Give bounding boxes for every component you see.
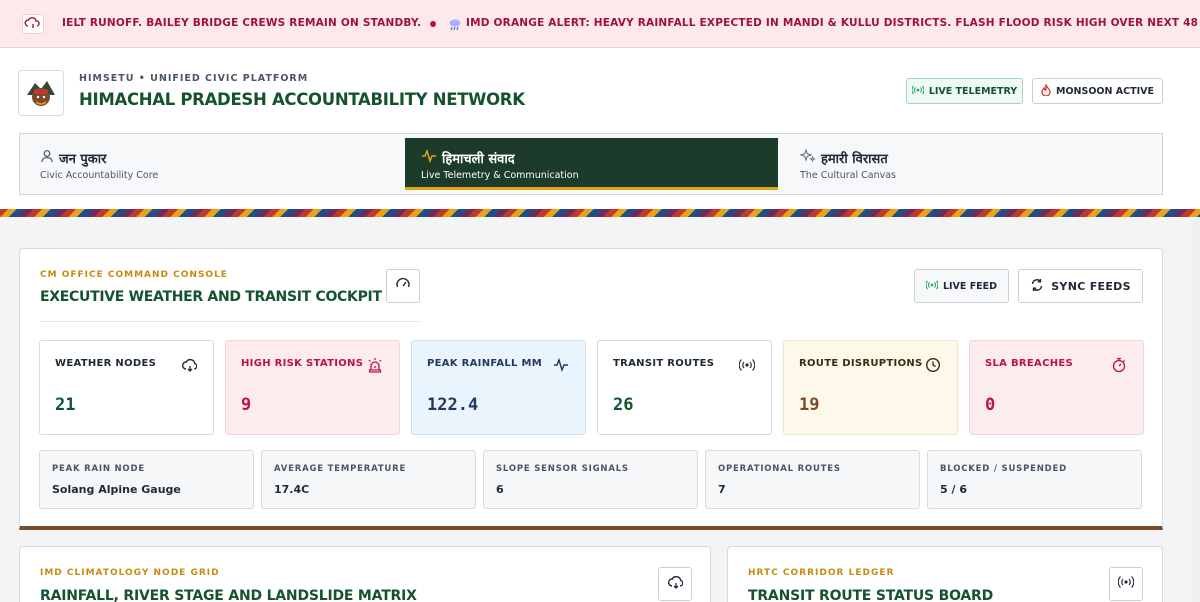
page-title: HIMACHAL PRADESH ACCOUNTABILITY NETWORK [79, 90, 525, 109]
gauge-button[interactable] [386, 269, 420, 303]
metric-value: 0 [985, 395, 996, 415]
detail-card-operational-routes: OPERATIONAL ROUTES 7 [705, 450, 920, 509]
ticker-separator-dot [430, 21, 436, 27]
user-icon [40, 149, 54, 167]
metric-label: TRANSIT ROUTES [613, 358, 715, 369]
monsoon-active-label: MONSOON ACTIVE [1056, 85, 1154, 97]
metric-value: 122.4 [427, 395, 479, 415]
detail-value: 7 [718, 483, 726, 496]
detail-label: SLOPE SENSOR SIGNALS [496, 464, 629, 474]
cloud-icon [181, 357, 198, 373]
metric-card-route-disruptions: ROUTE DISRUPTIONS 19 [783, 340, 958, 435]
detail-value: Solang Alpine Gauge [52, 483, 181, 496]
live-feed-label: LIVE FEED [942, 280, 998, 292]
live-telemetry-label: LIVE TELEMETRY [928, 85, 1018, 97]
tab-title: हिमाचली संवाद [442, 152, 515, 167]
tab-title: हमारी विरासत [821, 152, 888, 167]
metric-label: HIGH RISK STATIONS [241, 358, 364, 369]
metric-card-high-risk-stations: HIGH RISK STATIONS 9 [225, 340, 400, 435]
siren-icon [367, 357, 383, 373]
detail-card-slope-sensor-signals: SLOPE SENSOR SIGNALS 6 [483, 450, 698, 509]
metric-card-peak-rainfall: PEAK RAINFALL MM 122.4 [411, 340, 586, 435]
metric-card-transit-routes: TRANSIT ROUTES 26 [597, 340, 772, 435]
metric-card-weather-nodes: WEATHER NODES 21 [39, 340, 214, 435]
command-console-card: CM OFFICE COMMAND CONSOLE EXECUTIVE WEAT… [19, 248, 1163, 530]
metric-label: WEATHER NODES [55, 358, 157, 369]
live-feed-button[interactable]: LIVE FEED [914, 269, 1009, 303]
panel-title: TRANSIT ROUTE STATUS BOARD [748, 588, 994, 602]
metric-value: 19 [799, 395, 820, 415]
tab-jan-pukar[interactable]: जन पुकार Civic Accountability Core [24, 138, 404, 190]
tab-subtitle: Civic Accountability Core [40, 170, 159, 181]
storm-cloud-icon [448, 16, 462, 31]
climatology-node-grid-panel: IMD CLIMATOLOGY NODE GRID RAINFALL, RIVE… [19, 546, 711, 602]
sync-feeds-label: SYNC FEEDS [1051, 279, 1131, 293]
detail-value: 6 [496, 483, 504, 496]
clock-icon [925, 357, 941, 373]
gauge-icon [395, 276, 411, 296]
console-kicker: CM OFFICE COMMAND CONSOLE [40, 270, 228, 280]
panel-kicker: HRTC CORRIDOR LEDGER [748, 568, 895, 578]
metric-card-sla-breaches: SLA BREACHES 0 [969, 340, 1144, 435]
detail-card-average-temperature: AVERAGE TEMPERATURE 17.4C [261, 450, 476, 509]
page-scrollbar[interactable] [1192, 217, 1200, 602]
corridor-broadcast-button[interactable] [1109, 567, 1143, 601]
cloud-icon [667, 574, 684, 594]
ticker-item: IMD ORANGE ALERT: HEAVY RAINFALL EXPECTE… [466, 17, 1200, 29]
climatology-refresh-button[interactable] [658, 567, 692, 601]
console-title: EXECUTIVE WEATHER AND TRANSIT COCKPIT [40, 289, 382, 305]
detail-label: AVERAGE TEMPERATURE [274, 464, 407, 474]
ticker-item: IELT RUNOFF. BAILEY BRIDGE CREWS REMAIN … [62, 17, 422, 29]
corridor-ledger-panel: HRTC CORRIDOR LEDGER TRANSIT ROUTE STATU… [727, 546, 1163, 602]
broadcast-icon [911, 85, 925, 98]
detail-label: BLOCKED / SUSPENDED [940, 464, 1067, 474]
panel-kicker: IMD CLIMATOLOGY NODE GRID [40, 568, 220, 578]
cloud-alert-icon [22, 14, 44, 34]
activity-icon [421, 148, 437, 167]
detail-value: 17.4C [274, 483, 310, 496]
activity-icon [553, 357, 569, 373]
platform-kicker: HIMSETU • UNIFIED CIVIC PLATFORM [79, 73, 309, 84]
module-tabs: जन पुकार Civic Accountability Core हिमाच… [19, 133, 1163, 195]
detail-value: 5 / 6 [940, 483, 967, 496]
tab-subtitle: The Cultural Canvas [800, 170, 896, 181]
metric-value: 26 [613, 395, 634, 415]
detail-card-blocked-suspended: BLOCKED / SUSPENDED 5 / 6 [927, 450, 1142, 509]
detail-label: OPERATIONAL ROUTES [718, 464, 841, 474]
sync-feeds-button[interactable]: SYNC FEEDS [1018, 269, 1143, 303]
tab-himachali-samvad[interactable]: हिमाचली संवाद Live Telemetry & Communica… [405, 138, 778, 190]
metric-label: ROUTE DISRUPTIONS [799, 358, 923, 369]
tab-hamari-virasat[interactable]: हमारी विरासत The Cultural Canvas [784, 138, 1162, 190]
sparkles-icon [799, 148, 816, 167]
broadcast-icon [1117, 574, 1135, 594]
broadcast-icon [738, 357, 756, 373]
alert-ticker: IELT RUNOFF. BAILEY BRIDGE CREWS REMAIN … [0, 0, 1200, 48]
tab-subtitle: Live Telemetry & Communication [421, 170, 579, 181]
live-telemetry-button[interactable]: LIVE TELEMETRY [906, 78, 1023, 104]
decorative-border-stripe [0, 209, 1200, 217]
metric-value: 21 [55, 395, 76, 415]
detail-label: PEAK RAIN NODE [52, 464, 145, 474]
metric-label: PEAK RAINFALL MM [427, 358, 543, 369]
broadcast-icon [925, 280, 939, 293]
timer-icon [1111, 357, 1127, 373]
flame-icon [1041, 82, 1051, 99]
metric-label: SLA BREACHES [985, 358, 1074, 369]
title-divider [40, 321, 420, 322]
emblem-logo [18, 70, 64, 116]
tab-title: जन पुकार [59, 152, 107, 167]
refresh-icon [1030, 278, 1044, 295]
metric-value: 9 [241, 395, 252, 415]
monsoon-active-button[interactable]: MONSOON ACTIVE [1032, 78, 1163, 104]
detail-card-peak-rain-node: PEAK RAIN NODE Solang Alpine Gauge [39, 450, 254, 509]
panel-title: RAINFALL, RIVER STAGE AND LANDSLIDE MATR… [40, 588, 417, 602]
